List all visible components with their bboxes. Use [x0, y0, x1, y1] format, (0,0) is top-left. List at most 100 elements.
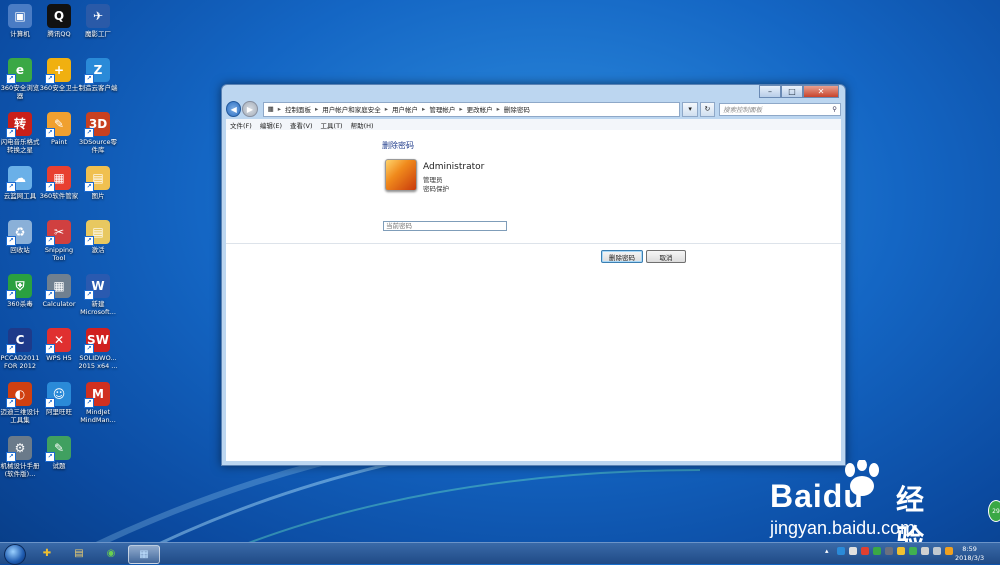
cancel-button[interactable]: 取消 [646, 250, 686, 263]
menu-help[interactable]: 帮助(H) [347, 120, 378, 130]
search-input[interactable]: 搜索控制面板 ⚲ [719, 102, 842, 116]
shortcut-arrow-icon: ↗ [84, 74, 94, 84]
desktop-icon[interactable]: ♻ ↗ 回收站 [0, 220, 40, 254]
dropdown-chevron-icon[interactable]: ▾ [682, 101, 698, 117]
desktop-icon[interactable]: W ↗ 新建 Microsoft... [78, 274, 118, 316]
desktop-icon[interactable]: ☺ ↗ 阿里旺旺 [39, 382, 79, 416]
tray-app-icon[interactable] [861, 547, 869, 555]
desktop-icon[interactable]: Z ↗ 制造云客户端 [78, 58, 118, 92]
desktop-icon[interactable]: Q 腾讯QQ [39, 4, 79, 38]
tray-app-icon[interactable] [909, 547, 917, 555]
desktop-icon[interactable]: ⛨ ↗ 360杀毒 [0, 274, 40, 308]
tray-expand-icon[interactable]: ▴ [825, 547, 833, 555]
breadcrumb[interactable]: ▦ ▸ 控制面板 ▸ 用户帐户和家庭安全 ▸ 用户帐户 ▸ 管理帐户 ▸ 更改帐… [262, 101, 681, 117]
tray-app-icon[interactable] [897, 547, 905, 555]
explorer-taskbar-icon[interactable]: ▤ [64, 545, 94, 562]
search-icon[interactable]: ⚲ [832, 105, 837, 113]
user-avatar [385, 159, 417, 191]
minimize-button[interactable]: – [759, 85, 781, 98]
cloud-client-icon: Z ↗ [84, 58, 110, 84]
delete-password-button[interactable]: 删除密码 [601, 250, 643, 263]
menu-edit[interactable]: 编辑(E) [256, 120, 286, 130]
desktop-icon[interactable]: ⚙ ↗ 机械设计手册(软件版)... [0, 436, 40, 478]
tray-app-icon[interactable] [837, 547, 845, 555]
computer-icon: ▣ [8, 4, 32, 28]
back-button[interactable]: ◀ [226, 101, 242, 117]
breadcrumb-item[interactable]: 更改帐户 [463, 104, 497, 114]
desktop-icon[interactable]: ☁ ↗ 云篮网工具 [0, 166, 40, 200]
desktop-icon[interactable]: ✈ 魔影工厂 [78, 4, 118, 38]
desktop-icon[interactable]: ▦ ↗ 360软件管家 [39, 166, 79, 200]
tray-network-icon[interactable] [849, 547, 857, 555]
breadcrumb-item[interactable]: 用户帐户 [388, 104, 422, 114]
desktop-icon-label: 360杀毒 [7, 300, 33, 308]
desktop-icon[interactable]: ▣ 计算机 [0, 4, 40, 38]
desktop-icon-label: 360软件管家 [39, 192, 79, 200]
menu-tools[interactable]: 工具(T) [317, 120, 347, 130]
desktop-icon-label: MindJet MindMan... [80, 408, 116, 424]
control-panel-taskbar-button[interactable]: ▦ [128, 545, 160, 564]
360-browser-taskbar-icon[interactable]: ◉ [96, 545, 126, 562]
desktop-icon[interactable]: 3D ↗ 3DSource零件库 [78, 112, 118, 154]
page-title: 删除密码 [382, 141, 414, 150]
shortcut-arrow-icon: ↗ [84, 182, 94, 192]
desktop-icon[interactable]: ▦ ↗ Calculator [39, 274, 79, 308]
desktop-icon[interactable]: e ↗ 360安全浏览器 [0, 58, 40, 100]
divider [226, 243, 841, 244]
taskbar-clock[interactable]: 8:59 2018/3/3 [955, 545, 984, 563]
music-convert-icon: 转 ↗ [6, 112, 32, 138]
maximize-button[interactable]: □ [781, 85, 803, 98]
desktop-icon[interactable]: SW ↗ SOLIDWO... 2015 x64 ... [78, 328, 118, 370]
close-button[interactable]: ✕ [803, 85, 839, 98]
desktop-icon-label: SOLIDWO... 2015 x64 ... [78, 354, 118, 370]
tray-app-icon[interactable] [885, 547, 893, 555]
word-doc-icon: W ↗ [84, 274, 110, 300]
breadcrumb-item[interactable]: 删除密码 [500, 104, 534, 114]
desktop-icon-label: 激活 [91, 246, 105, 254]
desktop-icon-label: WPS H5 [46, 354, 72, 362]
baidu-logo-text: Baidu [770, 478, 864, 514]
menu-view[interactable]: 查看(V) [286, 120, 317, 130]
shortcut-arrow-icon: ↗ [84, 398, 94, 408]
360-guard-taskbar-icon[interactable]: ✚ [32, 545, 62, 562]
360-software-icon: ▦ ↗ [45, 166, 71, 192]
pccad-icon: C ↗ [6, 328, 32, 354]
desktop-icon[interactable]: ✂ ↗ Snipping Tool [39, 220, 79, 262]
forward-button[interactable]: ▶ [242, 101, 258, 117]
breadcrumb-item[interactable]: 管理帐户 [425, 104, 459, 114]
desktop-icon[interactable]: C ↗ PCCAD2011 FOR 2012 [0, 328, 40, 370]
desktop-icon-label: PCCAD2011 FOR 2012 [0, 354, 40, 370]
desktop-icon[interactable]: ✎ ↗ Paint [39, 112, 79, 146]
desktop-icon-label: 腾讯QQ [47, 30, 71, 38]
tray-app-icon[interactable] [873, 547, 881, 555]
shortcut-arrow-icon: ↗ [84, 236, 94, 246]
breadcrumb-item[interactable]: 控制面板 [281, 104, 315, 114]
desktop-icon-label: Snipping Tool [44, 246, 74, 262]
desktop-icon[interactable]: ▤ ↗ 激活 [78, 220, 118, 254]
refresh-icon[interactable]: ↻ [699, 101, 716, 117]
shortcut-arrow-icon: ↗ [45, 182, 55, 192]
tray-volume-icon[interactable] [933, 547, 941, 555]
menu-file[interactable]: 文件(F) [226, 120, 256, 130]
start-button[interactable] [4, 544, 26, 565]
desktop-icon[interactable]: ◐ ↗ 迈迪三维设计工具集 [0, 382, 40, 424]
desktop-icon[interactable]: + ↗ 360安全卫士 [39, 58, 79, 92]
desktop-icon-label: 回收站 [10, 246, 30, 254]
breadcrumb-item[interactable]: 用户帐户和家庭安全 [318, 104, 385, 114]
notification-bubble[interactable]: 29 [988, 500, 1000, 522]
shortcut-arrow-icon: ↗ [45, 398, 55, 408]
desktop-icon[interactable]: ✕ ↗ WPS H5 [39, 328, 79, 362]
system-tray: ▴ [825, 547, 953, 555]
desktop-icon-label: 新建 Microsoft... [80, 300, 116, 316]
tray-flag-icon[interactable] [921, 547, 929, 555]
mindjet-icon: M ↗ [84, 382, 110, 408]
desktop-icon[interactable]: 转 ↗ 闪电音乐格式转换之星 [0, 112, 40, 154]
desktop-icon[interactable]: M ↗ MindJet MindMan... [78, 382, 118, 424]
desktop-icon[interactable]: ▤ ↗ 图片 [78, 166, 118, 200]
current-password-input[interactable] [383, 221, 507, 231]
shortcut-arrow-icon: ↗ [6, 128, 16, 138]
shortcut-arrow-icon: ↗ [84, 290, 94, 300]
user-protection: 密码保护 [423, 185, 449, 193]
tray-app-icon[interactable] [945, 547, 953, 555]
desktop-icon[interactable]: ✎ ↗ 试题 [39, 436, 79, 470]
